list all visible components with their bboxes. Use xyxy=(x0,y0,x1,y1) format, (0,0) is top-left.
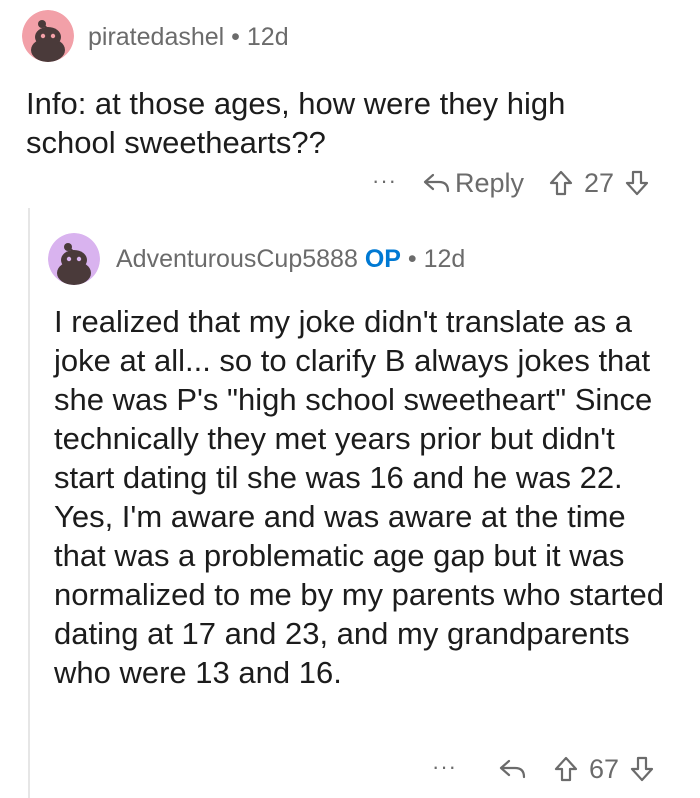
comment-age: 12d xyxy=(423,245,466,273)
upvote-button[interactable] xyxy=(548,169,574,197)
separator-dot: • xyxy=(231,23,240,51)
username-link[interactable]: piratedashel xyxy=(88,23,224,51)
vote-count: 27 xyxy=(584,167,615,198)
op-badge: OP xyxy=(364,245,401,273)
downvote-button[interactable] xyxy=(624,169,650,197)
vote-count: 67 xyxy=(588,753,620,784)
comment-actions: ··· 67 xyxy=(432,752,655,786)
comment-header: AdventurousCup5888 OP • 12d xyxy=(116,245,465,274)
reply-arrow-icon xyxy=(423,173,450,193)
more-options-button[interactable]: ··· xyxy=(372,168,397,194)
reply-button[interactable] xyxy=(497,757,527,781)
downvote-arrow-icon xyxy=(630,756,654,782)
comment-body: I realized that my joke didn't translate… xyxy=(54,304,664,690)
reply-arrow-icon xyxy=(499,759,526,779)
downvote-arrow-icon xyxy=(625,170,649,196)
avatar[interactable] xyxy=(22,10,74,62)
reply-label: Reply xyxy=(454,167,525,198)
comment-header: piratedashel • 12d xyxy=(88,23,289,52)
separator-dot: • xyxy=(407,245,417,273)
avatar[interactable] xyxy=(48,233,100,285)
upvote-arrow-icon xyxy=(549,170,573,196)
comment-body: Info: at those ages, how were they high … xyxy=(26,86,566,160)
upvote-arrow-icon xyxy=(554,756,578,782)
reply-button[interactable]: Reply xyxy=(421,168,524,199)
thread-line[interactable] xyxy=(28,208,30,798)
comment-age: 12d xyxy=(246,23,289,51)
snoo-avatar-icon xyxy=(48,233,100,285)
more-options-button[interactable]: ··· xyxy=(432,754,457,780)
username-link[interactable]: AdventurousCup5888 xyxy=(116,245,358,273)
downvote-button[interactable] xyxy=(629,755,655,783)
comment-actions: ··· Reply 27 xyxy=(372,166,650,200)
snoo-avatar-icon xyxy=(22,10,74,62)
upvote-button[interactable] xyxy=(553,755,579,783)
